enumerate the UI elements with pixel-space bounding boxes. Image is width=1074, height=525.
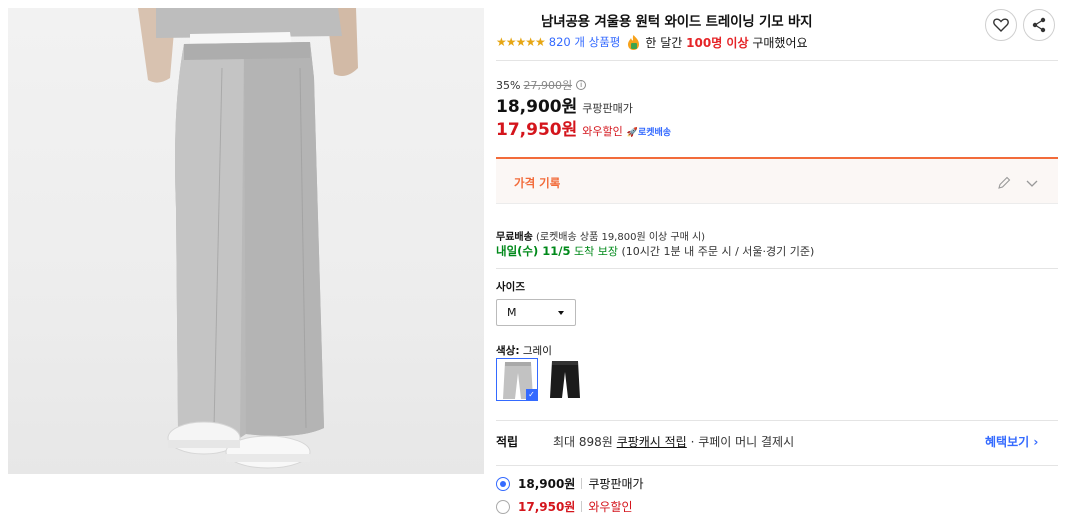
view-benefits-link[interactable]: 혜택보기 › xyxy=(985,433,1038,450)
fire-icon xyxy=(627,34,640,50)
product-title: 남녀공용 겨울용 원턱 와이드 트레이닝 기모 바지 xyxy=(541,14,813,30)
coupang-cash-link[interactable]: 쿠팡캐시 적립 xyxy=(617,435,687,449)
price-option-row[interactable]: 18,900원 쿠팡판매가 xyxy=(496,475,644,492)
chevron-down-icon[interactable] xyxy=(1024,175,1040,191)
free-shipping-info: 무료배송 (로켓배송 상품 19,800원 이상 구매 시) xyxy=(496,228,705,243)
product-detail-panel: 남녀공용 겨울용 원턱 와이드 트레이닝 기모 바지 ★★★★★ 820 개 상… xyxy=(496,0,1058,525)
free-shipping-detail: (로켓배송 상품 19,800원 이상 구매 시) xyxy=(536,232,706,243)
sale-price-label: 쿠팡판매가 xyxy=(582,102,633,115)
sale-price: 18,900원 xyxy=(496,97,578,117)
share-button[interactable] xyxy=(1023,9,1055,41)
rating-row: ★★★★★ 820 개 상품평 한 달간 100명 이상 구매했어요 xyxy=(496,34,808,50)
free-shipping-label: 무료배송 xyxy=(496,232,533,243)
pencil-icon[interactable] xyxy=(996,175,1012,191)
divider xyxy=(496,420,1058,421)
price-history-toggle[interactable]: 가격 기록 xyxy=(496,157,1058,204)
size-label: 사이즈 xyxy=(496,281,525,293)
option-price: 17,950원 xyxy=(518,500,576,514)
divider xyxy=(496,60,1058,61)
rocket-delivery-badge: 🚀로켓배송 xyxy=(626,128,672,138)
like-button[interactable] xyxy=(985,9,1017,41)
points-detail: 최대 898원 쿠팡캐시 적립 · 쿠페이 머니 결제시 xyxy=(553,435,795,449)
caret-down-icon xyxy=(558,311,564,315)
heart-icon xyxy=(993,18,1009,32)
wow-price: 17,950원 xyxy=(496,120,578,140)
black-pants-thumbnail xyxy=(550,361,580,398)
size-select[interactable]: M xyxy=(496,299,576,326)
option-label: 와우할인 xyxy=(588,500,633,514)
bought-count: 한 달간 100명 이상 구매했어요 xyxy=(645,35,808,50)
arrival-guarantee: 도착 보장 xyxy=(573,245,618,258)
share-icon xyxy=(1032,17,1046,33)
review-count-link[interactable]: 820 개 상품평 xyxy=(549,34,621,50)
radio-button[interactable] xyxy=(496,476,510,491)
star-rating: ★★★★★ xyxy=(496,35,546,49)
arrival-info: 내일(수) 11/5 도착 보장 (10시간 1분 내 주문 시 / 서울·경기… xyxy=(496,243,814,259)
size-selected-value: M xyxy=(507,306,517,319)
color-label: 색상: 그레이 xyxy=(496,345,552,357)
wow-discount-label: 와우할인 xyxy=(582,125,623,138)
color-swatch-gray[interactable]: ✓ xyxy=(496,358,538,401)
color-swatch-black[interactable] xyxy=(544,358,586,401)
product-image xyxy=(8,8,484,474)
separator xyxy=(581,501,583,512)
discount-rate: 35% xyxy=(496,78,521,92)
wow-price-row: 17,950원 와우할인 🚀로켓배송 xyxy=(496,115,671,140)
price-history-label: 가격 기록 xyxy=(514,176,561,190)
check-icon: ✓ xyxy=(526,389,537,400)
arrival-day: 내일(수) 11/5 xyxy=(496,244,571,258)
divider xyxy=(496,465,1058,466)
price-option-row[interactable]: 17,950원 와우할인 xyxy=(496,498,633,515)
color-selected-value: 그레이 xyxy=(522,345,552,357)
radio-button[interactable] xyxy=(496,499,510,514)
arrival-detail: (10시간 1분 내 주문 시 / 서울·경기 기준) xyxy=(621,245,815,258)
divider xyxy=(496,268,1058,269)
info-icon[interactable]: i xyxy=(576,80,587,90)
sale-price-row: 18,900원 쿠팡판매가 xyxy=(496,92,633,117)
original-price: 27,900원 xyxy=(523,79,573,92)
option-price: 18,900원 xyxy=(518,477,576,491)
points-label: 적립 xyxy=(496,435,519,449)
option-label: 쿠팡판매가 xyxy=(588,477,644,491)
discount-row: 35% 27,900원 i xyxy=(496,77,587,93)
separator xyxy=(581,478,583,489)
